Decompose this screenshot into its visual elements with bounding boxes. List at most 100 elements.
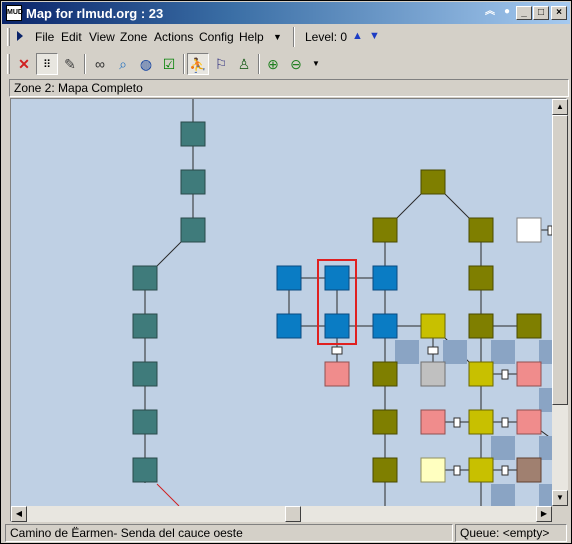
map-room	[420, 361, 446, 387]
walk-icon[interactable]: ⛹	[187, 53, 209, 75]
minimize-button[interactable]: _	[516, 6, 532, 20]
toolbar-separator	[183, 54, 185, 74]
map-room	[468, 361, 494, 387]
map-room	[180, 121, 206, 147]
maximize-button[interactable]: □	[533, 6, 549, 20]
map-room	[372, 457, 398, 483]
close-button[interactable]: ×	[551, 6, 567, 20]
map-room	[420, 409, 446, 435]
map-room	[132, 361, 158, 387]
horizontal-scrollbar[interactable]: ◀ ▶	[11, 506, 552, 522]
door-marker	[501, 465, 509, 476]
map-background	[11, 99, 552, 506]
map-room	[372, 313, 398, 339]
door-marker	[453, 465, 461, 476]
menu-help[interactable]: Help	[239, 30, 264, 44]
grid-icon[interactable]: ⠿	[36, 53, 58, 75]
map-room	[372, 361, 398, 387]
map-room	[180, 217, 206, 243]
map-room	[516, 409, 542, 435]
map-room	[516, 217, 542, 243]
map-room	[468, 313, 494, 339]
map-room	[324, 313, 350, 339]
menu-edit[interactable]: Edit	[61, 30, 82, 44]
map-room	[324, 265, 350, 291]
door-marker	[453, 417, 461, 428]
rollup-icon[interactable]: ︽	[482, 6, 498, 20]
pin-icon[interactable]: ●	[499, 6, 515, 20]
map-room	[372, 409, 398, 435]
status-bar: Camino de Ëarmen- Senda del cauce oeste …	[3, 523, 569, 543]
menu-arrow-icon[interactable]	[17, 31, 23, 41]
zone-header: Zone 2: Mapa Completo	[9, 79, 569, 97]
menu-file[interactable]: File	[35, 30, 54, 44]
person-path-icon[interactable]: ⚐	[210, 53, 232, 75]
door-marker	[501, 417, 509, 428]
menu-separator	[293, 27, 295, 47]
scroll-right-button[interactable]: ▶	[536, 506, 552, 522]
map-window: MUD Map for rlmud.org : 23 ︽ ● _ □ × Fil…	[0, 0, 572, 544]
status-location: Camino de Ëarmen- Senda del cauce oeste	[5, 524, 453, 542]
door-marker	[427, 346, 439, 355]
map-room	[276, 265, 302, 291]
check-icon[interactable]: ☑	[158, 53, 180, 75]
door-marker	[501, 369, 509, 380]
toolbar: ✕ ⠿ ✎ ∞ ⌕ ◍ ☑ ⛹ ⚐ ♙ ⊕ ⊖ ▼	[3, 51, 569, 77]
map-room	[516, 361, 542, 387]
level-up-icon[interactable]: ▲	[352, 30, 363, 42]
map-room	[324, 361, 350, 387]
level-down-icon[interactable]: ▼	[369, 30, 380, 42]
vertical-scroll-thumb[interactable]	[552, 115, 568, 405]
map-room	[132, 457, 158, 483]
level-label: Level: 0	[305, 30, 348, 44]
window-title: Map for rlmud.org : 23	[26, 6, 164, 21]
map-room	[372, 265, 398, 291]
zoom-out-icon[interactable]: ⊖	[285, 53, 307, 75]
scrollbar-corner	[552, 506, 568, 522]
menubar-grip[interactable]	[7, 28, 10, 46]
scroll-left-button[interactable]: ◀	[11, 506, 27, 522]
zoom-dropdown-icon[interactable]: ▼	[305, 53, 327, 75]
map-room	[420, 457, 446, 483]
menu-actions[interactable]: Actions	[154, 30, 193, 44]
horizontal-scroll-thumb[interactable]	[285, 506, 301, 522]
zoom-in-icon[interactable]: ⊕	[262, 53, 284, 75]
menu-zone[interactable]: Zone	[120, 30, 147, 44]
pencil-icon[interactable]: ✎	[59, 53, 81, 75]
map-room	[420, 313, 446, 339]
map-room	[132, 265, 158, 291]
map-room	[276, 313, 302, 339]
map-room	[132, 409, 158, 435]
scroll-down-button[interactable]: ▼	[552, 490, 568, 506]
chevron-down-icon[interactable]: ▼	[273, 32, 282, 42]
toolbar-separator	[258, 54, 260, 74]
map-view[interactable]: ▲ ▼ ◀ ▶	[10, 98, 568, 522]
map-room	[132, 313, 158, 339]
menu-bar: File Edit View Zone Actions Config Help …	[3, 25, 569, 49]
binoculars-icon[interactable]: ∞	[89, 53, 111, 75]
vertical-scrollbar[interactable]: ▲ ▼	[552, 99, 568, 506]
door-marker	[331, 346, 343, 355]
delete-icon[interactable]: ✕	[13, 53, 35, 75]
map-room	[468, 217, 494, 243]
map-room	[516, 457, 542, 483]
map-room	[468, 457, 494, 483]
map-room	[468, 409, 494, 435]
menu-view[interactable]: View	[89, 30, 115, 44]
menu-config[interactable]: Config	[199, 30, 234, 44]
toolbar-grip[interactable]	[7, 54, 10, 74]
status-queue: Queue: <empty>	[455, 524, 567, 542]
map-room	[180, 169, 206, 195]
globe-icon[interactable]: ◍	[135, 53, 157, 75]
map-room	[372, 217, 398, 243]
find-icon[interactable]: ⌕	[112, 53, 134, 75]
map-room	[420, 169, 446, 195]
title-bar[interactable]: MUD Map for rlmud.org : 23 ︽ ● _ □ ×	[2, 2, 570, 24]
app-icon: MUD	[6, 5, 23, 21]
person-icon[interactable]: ♙	[233, 53, 255, 75]
map-room	[468, 265, 494, 291]
map-room	[516, 313, 542, 339]
scroll-up-button[interactable]: ▲	[552, 99, 568, 115]
map-canvas[interactable]	[11, 99, 552, 506]
toolbar-separator	[84, 54, 86, 74]
